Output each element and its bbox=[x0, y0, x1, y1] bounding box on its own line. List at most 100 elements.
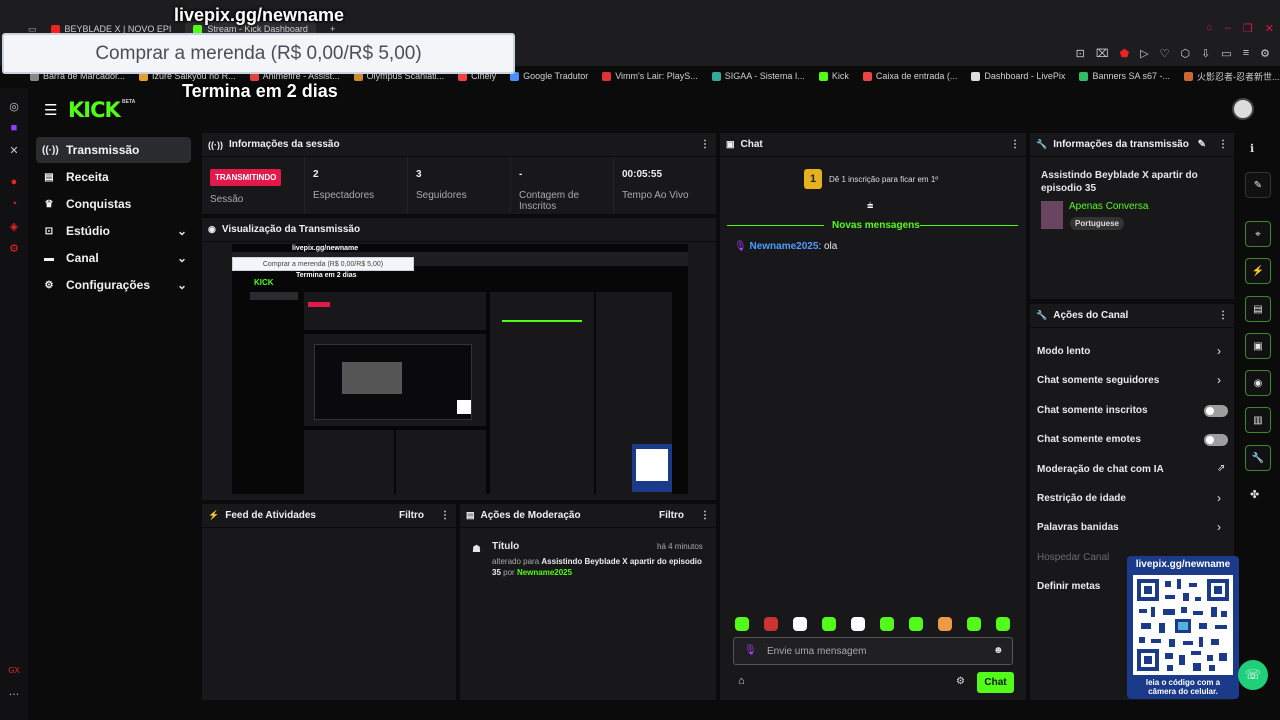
more-icon[interactable]: ⋮ bbox=[1218, 139, 1228, 150]
emote-icon[interactable] bbox=[880, 617, 894, 631]
bookmark-icon bbox=[818, 71, 828, 81]
toggle-switch[interactable] bbox=[1204, 434, 1228, 447]
emote-icon[interactable] bbox=[938, 617, 952, 631]
chevron-right-icon[interactable]: › bbox=[1217, 373, 1221, 387]
more-icon[interactable]: ⋮ bbox=[440, 510, 450, 521]
focus-icon[interactable]: ⌖ bbox=[1245, 221, 1271, 247]
filter-button[interactable]: Filtro bbox=[399, 510, 424, 521]
chat-username[interactable]: Newname2025 bbox=[749, 241, 818, 252]
openai-icon[interactable]: ◎ bbox=[6, 100, 22, 116]
channel-action-item[interactable]: Definir metas bbox=[1037, 581, 1100, 592]
x-icon[interactable]: ✕ bbox=[6, 144, 22, 160]
chevron-right-icon[interactable]: › bbox=[1217, 491, 1221, 505]
download-icon[interactable]: ⇩ bbox=[1201, 47, 1210, 60]
chat-send-button[interactable]: Chat bbox=[977, 672, 1014, 693]
chevron-right-icon[interactable]: › bbox=[1217, 520, 1221, 534]
close-icon[interactable]: ✕ bbox=[1265, 22, 1274, 35]
layout-icon[interactable]: ▥ bbox=[1245, 407, 1271, 433]
play-icon[interactable]: ▷ bbox=[1140, 47, 1148, 60]
channel-action-item[interactable]: Hospedar Canal bbox=[1037, 552, 1109, 563]
hamburger-icon[interactable]: ☰ bbox=[44, 101, 57, 119]
filter-button[interactable]: Filtro bbox=[659, 510, 684, 521]
broadcast-icon[interactable]: ◉ bbox=[1245, 370, 1271, 396]
help-chat-icon[interactable]: ☏ bbox=[1238, 660, 1268, 690]
preview-live-badge bbox=[308, 302, 330, 307]
camera-icon[interactable]: ⌧ bbox=[1096, 47, 1109, 60]
more-icon[interactable]: ⋮ bbox=[1010, 139, 1020, 150]
document-icon[interactable]: ▤ bbox=[1245, 296, 1271, 322]
bookmark-item[interactable]: Caixa de entrada (... bbox=[862, 71, 957, 81]
chat-message: 🎙 Newname2025: ola bbox=[734, 241, 837, 252]
extensions-icon[interactable]: ⬡ bbox=[1180, 47, 1190, 60]
bookmark-icon[interactable]: ⊡ bbox=[1076, 47, 1085, 60]
bookmark-item[interactable]: Dashboard - LivePix bbox=[971, 71, 1065, 81]
sidebar-item[interactable]: ♛ Conquistas bbox=[36, 191, 191, 217]
more-icon[interactable]: … bbox=[6, 686, 22, 702]
gx-icon[interactable]: GX bbox=[6, 666, 22, 682]
info-icon[interactable]: ℹ bbox=[1250, 142, 1254, 155]
bookmark-item[interactable]: Kick bbox=[818, 71, 849, 81]
search-icon[interactable]: ○ bbox=[1206, 22, 1213, 35]
emote-icon[interactable] bbox=[851, 617, 865, 631]
channel-action-item[interactable]: Palavras banidas bbox=[1037, 522, 1119, 533]
emote-icon[interactable] bbox=[822, 617, 836, 631]
emote-icon[interactable] bbox=[793, 617, 807, 631]
stream-preview[interactable]: Comprar a merenda (R$ 0,00/R$ 5,00) live… bbox=[232, 244, 688, 494]
menu-icon[interactable]: ≡ bbox=[1243, 47, 1249, 60]
category-link[interactable]: Apenas Conversa bbox=[1069, 201, 1149, 212]
mod-entry-user[interactable]: Newname2025 bbox=[517, 568, 572, 577]
bookmark-item[interactable]: Vimm's Lair: PlayS... bbox=[602, 71, 698, 81]
bookmark-label: 火影忍者-忍者新世... bbox=[1196, 71, 1280, 82]
emote-icon[interactable] bbox=[996, 617, 1010, 631]
chat-settings-icon[interactable]: ⚙ bbox=[956, 676, 965, 687]
emote-icon[interactable] bbox=[967, 617, 981, 631]
toggle-switch[interactable] bbox=[1204, 404, 1228, 417]
bookmark-item[interactable]: Google Tradutor bbox=[510, 71, 588, 81]
channel-action-item[interactable]: Chat somente emotes bbox=[1037, 434, 1141, 445]
gift-icon[interactable]: ⌂ bbox=[738, 675, 745, 687]
emote-icon[interactable] bbox=[764, 617, 778, 631]
chat-input[interactable]: 🎙 Envie uma mensagem ☻ bbox=[733, 637, 1013, 665]
bookmark-item[interactable]: SIGAA - Sistema I... bbox=[711, 71, 805, 81]
clock-icon[interactable]: ◔ bbox=[6, 198, 22, 214]
external-link-icon[interactable]: ⇗ bbox=[1217, 463, 1225, 474]
channel-action-item[interactable]: Chat somente seguidores bbox=[1037, 375, 1159, 386]
channel-action-item[interactable]: Chat somente inscritos bbox=[1037, 405, 1148, 416]
sidebar-item[interactable]: ((·)) Transmissão bbox=[36, 137, 191, 163]
gear-icon[interactable]: ⚙ bbox=[6, 242, 22, 258]
shield-icon[interactable]: ⬟ bbox=[1120, 47, 1130, 60]
more-icon[interactable]: ⋮ bbox=[1218, 310, 1228, 321]
cube-icon[interactable]: ◈ bbox=[6, 220, 22, 236]
bolt-icon[interactable]: ⚡ bbox=[1245, 258, 1271, 284]
bookmark-item[interactable]: 火影忍者-忍者新世... bbox=[1183, 70, 1280, 83]
sidebar-item[interactable]: ⚙ Configurações ⌄ bbox=[36, 272, 191, 298]
edit-icon[interactable]: ✎ bbox=[1245, 172, 1271, 198]
wrench-icon[interactable]: 🔧 bbox=[1245, 445, 1271, 471]
emoji-icon[interactable]: ☻ bbox=[993, 645, 1004, 656]
record-icon[interactable]: ● bbox=[6, 176, 22, 192]
emote-icon[interactable] bbox=[735, 617, 749, 631]
maximize-icon[interactable]: ❐ bbox=[1243, 22, 1253, 35]
apps-icon[interactable]: ✤ bbox=[1250, 488, 1259, 501]
chevron-right-icon[interactable]: › bbox=[1217, 344, 1221, 358]
more-icon[interactable]: ⋮ bbox=[700, 510, 710, 521]
channel-action-item[interactable]: Modo lento bbox=[1037, 346, 1090, 357]
minimize-icon[interactable]: – bbox=[1225, 22, 1231, 35]
channel-action-item[interactable]: Restrição de idade bbox=[1037, 493, 1126, 504]
settings-icon[interactable]: ⚙ bbox=[1260, 47, 1270, 60]
sidebar-item[interactable]: ▬ Canal ⌄ bbox=[36, 245, 191, 271]
channel-action-item[interactable]: Moderação de chat com IA bbox=[1037, 464, 1164, 475]
bookmark-item[interactable]: Banners SA s67 -... bbox=[1079, 71, 1170, 81]
pin-icon[interactable]: ⩧ bbox=[867, 200, 873, 213]
avatar[interactable] bbox=[1232, 98, 1254, 120]
heart-icon[interactable]: ♡ bbox=[1160, 47, 1170, 60]
chat-icon[interactable]: ▣ bbox=[1245, 333, 1271, 359]
more-icon[interactable]: ⋮ bbox=[700, 139, 710, 150]
sidebar-item[interactable]: ▤ Receita bbox=[36, 164, 191, 190]
sub-prompt[interactable]: Dê 1 inscrição para ficar em 1º bbox=[829, 175, 938, 184]
kick-logo[interactable]: KICK bbox=[68, 98, 121, 122]
edit-icon[interactable]: ✎ bbox=[1198, 139, 1206, 150]
twitch-icon[interactable]: ■ bbox=[6, 122, 22, 138]
sidebar-item[interactable]: ⊡ Estúdio ⌄ bbox=[36, 218, 191, 244]
emote-icon[interactable] bbox=[909, 617, 923, 631]
